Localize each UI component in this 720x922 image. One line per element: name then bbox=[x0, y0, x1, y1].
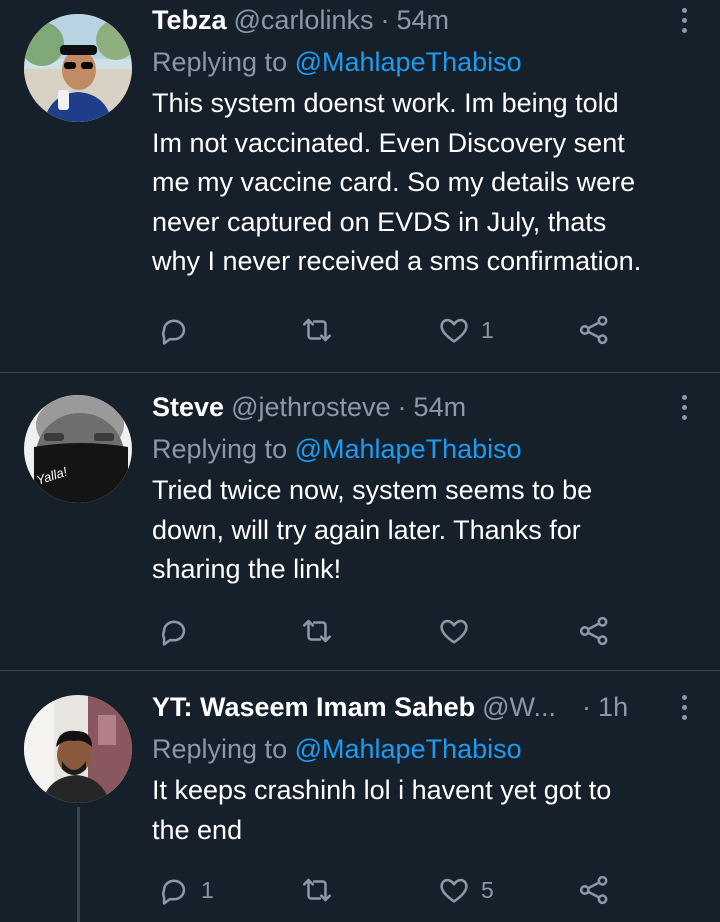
tweet-text-line: Im not vaccinated. Even Discovery sent bbox=[152, 127, 625, 158]
more-icon[interactable] bbox=[672, 687, 696, 727]
like-button[interactable] bbox=[437, 609, 481, 653]
replying-to: Replying to @MahlapeThabiso bbox=[152, 42, 696, 82]
tweet-text: Tried twice now, system seems to be down… bbox=[152, 471, 696, 590]
retweet-button[interactable] bbox=[300, 609, 344, 653]
share-icon bbox=[579, 315, 608, 345]
share-button[interactable] bbox=[577, 868, 611, 912]
more-icon[interactable] bbox=[672, 387, 696, 427]
separator-dot: · bbox=[397, 391, 407, 422]
share-icon bbox=[579, 875, 608, 905]
like-count: 5 bbox=[481, 876, 494, 903]
reply-icon bbox=[162, 879, 186, 905]
like-count: 1 bbox=[481, 316, 494, 343]
tweet-3-content: YT: Waseem Imam Saheb @W... · 1h Replyin… bbox=[152, 687, 696, 850]
retweet-button[interactable] bbox=[300, 868, 344, 912]
tweet-text-line: why I never received a sms confirmation. bbox=[152, 246, 642, 276]
retweet-button[interactable] bbox=[300, 308, 344, 352]
replying-to-label: Replying to bbox=[152, 734, 288, 764]
avatar-waseem[interactable] bbox=[24, 695, 132, 803]
reply-mention-link[interactable]: @MahlapeThabiso bbox=[295, 434, 522, 464]
reply-icon bbox=[162, 620, 186, 646]
avatar-waseem-image bbox=[24, 695, 132, 803]
tweet-actions bbox=[152, 609, 622, 653]
share-button[interactable] bbox=[577, 609, 611, 653]
avatar-steve-image: Yalla! bbox=[24, 395, 132, 503]
tweet-text-line: sharing the link! bbox=[152, 554, 342, 584]
tweet-1-content: Tebza @carlolinks · 54m Replying to @Mah… bbox=[152, 0, 696, 282]
reply-icon bbox=[162, 319, 186, 345]
like-icon bbox=[440, 878, 468, 903]
username[interactable]: @W... bbox=[482, 692, 556, 723]
tweet-2[interactable]: Yalla! Steve @jethrosteve · 54m Replying… bbox=[0, 373, 720, 670]
reply-mention-link[interactable]: @MahlapeThabiso bbox=[295, 47, 522, 77]
like-icon bbox=[440, 318, 468, 343]
timestamp[interactable]: 54m bbox=[414, 392, 467, 423]
username[interactable]: @carlolinks bbox=[234, 5, 374, 36]
avatar-steve[interactable]: Yalla! bbox=[24, 395, 132, 503]
tweet-text-line: It keeps crashinh lol i havent yet got t… bbox=[152, 775, 612, 805]
avatar-tebza-image bbox=[24, 14, 132, 122]
tweet-actions: 1 bbox=[152, 308, 622, 352]
like-button[interactable]: 5 bbox=[437, 868, 494, 912]
thread-line bbox=[77, 807, 80, 922]
retweet-icon bbox=[302, 878, 332, 902]
tweet-header: Tebza @carlolinks · 54m bbox=[152, 0, 696, 40]
tweet-text-line: This system doenst work. Im being told bbox=[152, 88, 619, 118]
timestamp[interactable]: 54m bbox=[396, 5, 449, 36]
avatar-tebza[interactable] bbox=[24, 14, 132, 122]
separator-dot: · bbox=[582, 691, 592, 722]
reply-button[interactable] bbox=[157, 308, 201, 352]
tweet-text: It keeps crashinh lol i havent yet got t… bbox=[152, 771, 696, 850]
replying-to: Replying to @MahlapeThabiso bbox=[152, 729, 696, 769]
tweet-actions: 1 5 bbox=[152, 868, 622, 912]
tweet-header: Steve @jethrosteve · 54m bbox=[152, 387, 696, 427]
tweet-1[interactable]: Tebza @carlolinks · 54m Replying to @Mah… bbox=[0, 0, 720, 372]
tweet-3[interactable]: YT: Waseem Imam Saheb @W... · 1h Replyin… bbox=[0, 671, 720, 922]
display-name[interactable]: Tebza bbox=[152, 5, 227, 36]
separator-dot: · bbox=[380, 4, 390, 35]
retweet-icon bbox=[302, 318, 332, 342]
replying-to-label: Replying to bbox=[152, 434, 288, 464]
tweet-text-line: never captured on EVDS in July, thats bbox=[152, 206, 607, 237]
timestamp[interactable]: 1h bbox=[598, 692, 628, 723]
tweet-text-line: me my vaccine card. So my details were bbox=[152, 167, 636, 197]
replying-to: Replying to @MahlapeThabiso bbox=[152, 429, 696, 469]
replying-to-label: Replying to bbox=[152, 47, 288, 77]
display-name[interactable]: YT: Waseem Imam Saheb bbox=[152, 692, 475, 723]
tweet-2-content: Steve @jethrosteve · 54m Replying to @Ma… bbox=[152, 387, 696, 590]
more-icon[interactable] bbox=[672, 0, 696, 40]
reply-button[interactable] bbox=[157, 609, 201, 653]
share-button[interactable] bbox=[577, 308, 611, 352]
share-icon bbox=[579, 616, 608, 646]
tweet-text-line: down, will try again later. Thanks for bbox=[152, 514, 581, 545]
reply-count: 1 bbox=[201, 876, 214, 903]
tweet-header: YT: Waseem Imam Saheb @W... · 1h bbox=[152, 687, 696, 727]
tweet-text: This system doenst work. Im being told I… bbox=[152, 84, 696, 282]
like-button[interactable]: 1 bbox=[437, 308, 494, 352]
reply-button[interactable]: 1 bbox=[157, 868, 214, 912]
like-icon bbox=[440, 619, 468, 644]
tweet-text-line: Tried twice now, system seems to be bbox=[152, 475, 593, 505]
tweet-text-line: the end bbox=[152, 814, 243, 845]
retweet-icon bbox=[302, 619, 332, 643]
username[interactable]: @jethrosteve bbox=[231, 392, 390, 423]
display-name[interactable]: Steve bbox=[152, 392, 224, 423]
reply-mention-link[interactable]: @MahlapeThabiso bbox=[295, 734, 522, 764]
